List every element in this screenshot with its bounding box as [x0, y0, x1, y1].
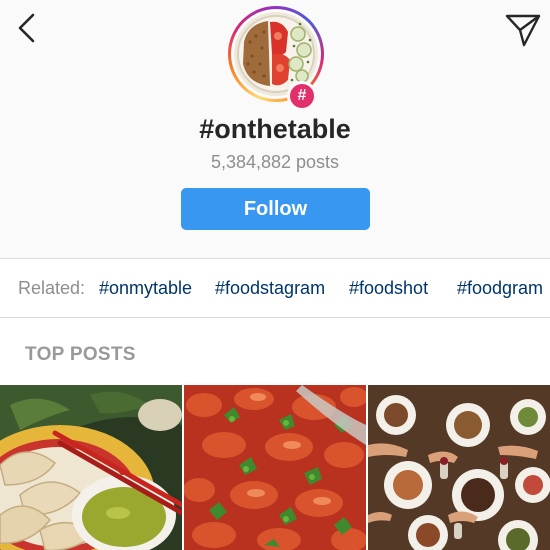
post-count: 5,384,882 posts — [210, 152, 340, 172]
hashtag-header: # #onthetable 5,384,882 posts Follow — [0, 0, 550, 258]
top-posts-grid — [0, 385, 550, 550]
badge-symbol: # — [297, 87, 307, 104]
post-thumbnail[interactable] — [0, 385, 182, 550]
paper-plane-icon[interactable] — [504, 12, 542, 48]
divider — [0, 317, 550, 318]
follow-button[interactable]: Follow — [181, 188, 370, 230]
post-thumbnail[interactable] — [184, 385, 366, 550]
related-tags-bar[interactable]: Related: #onmytable #foodstagram #foodsh… — [0, 259, 550, 317]
related-label: Related: — [18, 278, 86, 298]
related-tag-foodstagram[interactable]: #foodstagram — [215, 278, 325, 299]
related-tag-onmytable[interactable]: #onmytable — [99, 278, 192, 299]
section-heading: TOP POSTS — [25, 344, 136, 365]
chevron-left-icon[interactable] — [14, 12, 40, 44]
related-tag-foodshot[interactable]: #foodshot — [349, 278, 428, 299]
page-title: #onthetable — [199, 114, 351, 144]
post-thumbnail[interactable] — [368, 385, 550, 550]
related-tag-foodgram[interactable]: #foodgram — [457, 278, 543, 299]
hashtag-icon: # — [287, 81, 317, 111]
